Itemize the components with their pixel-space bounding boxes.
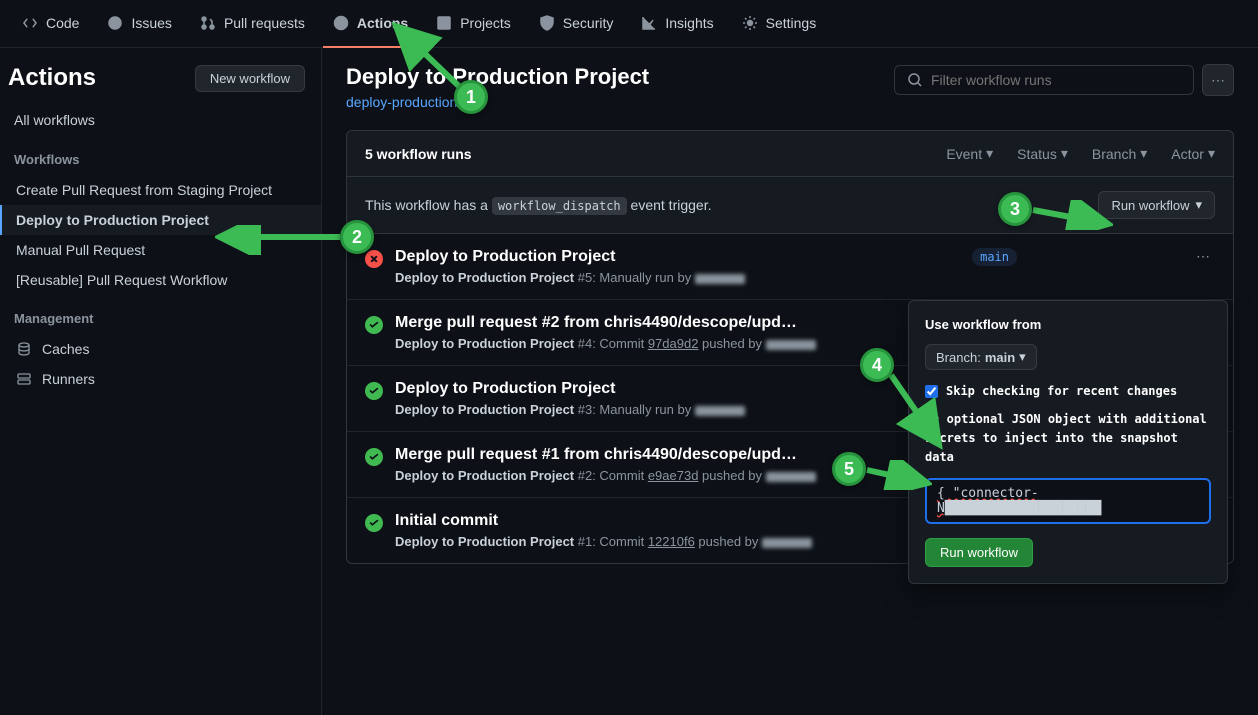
table-icon: [436, 15, 452, 31]
workflow-content: Deploy to Production Project deploy-prod…: [322, 48, 1258, 715]
run-title: Merge pull request #1 from chris4490/des…: [395, 446, 805, 464]
sidebar-section-workflows: Workflows: [0, 136, 321, 175]
annotation-1: 1: [454, 80, 488, 114]
filter-input-wrap[interactable]: [894, 65, 1194, 95]
check-circle-icon: [365, 316, 383, 334]
sidebar-section-management: Management: [0, 295, 321, 334]
sidebar-workflow-reusable-pr[interactable]: [Reusable] Pull Request Workflow: [0, 265, 321, 295]
run-more-button[interactable]: ⋯: [1191, 248, 1215, 265]
caret-down-icon: ▾: [1208, 145, 1215, 162]
caret-down-icon: ▾: [986, 145, 993, 162]
nav-projects-label: Projects: [460, 15, 511, 31]
json-field-label: An optional JSON object with additional …: [925, 410, 1211, 468]
sidebar-runners[interactable]: Runners: [0, 364, 321, 394]
kebab-icon: ⋯: [1211, 72, 1225, 89]
caret-down-icon: ▾: [1195, 197, 1202, 213]
repo-nav: Code Issues Pull requests Actions Projec…: [0, 0, 1258, 48]
server-icon: [16, 371, 32, 387]
new-workflow-button[interactable]: New workflow: [195, 65, 305, 92]
dispatch-row: This workflow has a workflow_dispatch ev…: [347, 177, 1233, 234]
nav-actions[interactable]: Actions: [323, 0, 418, 48]
caret-down-icon: ▾: [1140, 145, 1147, 162]
graph-icon: [641, 15, 657, 31]
check-circle-icon: [365, 382, 383, 400]
caret-down-icon: ▾: [1061, 145, 1068, 162]
skip-checking-checkbox[interactable]: [925, 385, 938, 398]
run-title: Deploy to Production Project: [395, 380, 805, 398]
runs-count: 5 workflow runs: [365, 146, 472, 162]
filter-actor[interactable]: Actor▾: [1171, 145, 1215, 162]
nav-projects[interactable]: Projects: [426, 0, 521, 48]
nav-security[interactable]: Security: [529, 0, 624, 48]
nav-insights[interactable]: Insights: [631, 0, 723, 48]
nav-pulls-label: Pull requests: [224, 15, 305, 31]
shield-icon: [539, 15, 555, 31]
check-circle-icon: [365, 448, 383, 466]
nav-pulls[interactable]: Pull requests: [190, 0, 315, 48]
caret-down-icon: ▾: [1019, 349, 1026, 365]
run-subtitle: Deploy to Production Project #3: Manuall…: [395, 402, 960, 417]
sidebar-workflow-create-pr-staging[interactable]: Create Pull Request from Staging Project: [0, 175, 321, 205]
run-workflow-dropdown-button[interactable]: Run workflow ▾: [1098, 191, 1215, 219]
workflow-run-row[interactable]: Deploy to Production Project Deploy to P…: [347, 234, 1233, 300]
dispatch-text-suffix: event trigger.: [631, 197, 712, 213]
check-circle-icon: [365, 514, 383, 532]
skip-checking-label: Skip checking for recent changes: [946, 384, 1177, 398]
sidebar-caches[interactable]: Caches: [0, 334, 321, 364]
filter-branch[interactable]: Branch▾: [1092, 145, 1147, 162]
nav-code-label: Code: [46, 15, 79, 31]
workflow-more-button[interactable]: ⋯: [1202, 64, 1234, 96]
sidebar-workflow-manual-pr[interactable]: Manual Pull Request: [0, 235, 321, 265]
popover-title: Use workflow from: [925, 317, 1211, 332]
search-icon: [907, 72, 923, 88]
actions-sidebar: Actions New workflow All workflows Workf…: [0, 48, 322, 715]
nav-settings[interactable]: Settings: [732, 0, 827, 48]
filter-workflow-runs-input[interactable]: [931, 72, 1181, 88]
dispatch-text-prefix: This workflow has a: [365, 197, 492, 213]
nav-insights-label: Insights: [665, 15, 713, 31]
filter-event[interactable]: Event▾: [946, 145, 993, 162]
run-workflow-popover: Use workflow from Branch: main ▾ Skip ch…: [908, 300, 1228, 584]
sidebar-all-workflows[interactable]: All workflows: [0, 104, 321, 136]
nav-issues[interactable]: Issues: [97, 0, 181, 48]
annotation-4: 4: [860, 348, 894, 382]
play-icon: [333, 15, 349, 31]
workflow-title: Deploy to Production Project: [346, 64, 649, 90]
dispatch-code: workflow_dispatch: [492, 197, 627, 215]
nav-actions-label: Actions: [357, 15, 408, 31]
run-subtitle: Deploy to Production Project #2: Commit …: [395, 468, 960, 483]
run-title: Initial commit: [395, 512, 805, 530]
filter-status[interactable]: Status▾: [1017, 145, 1068, 162]
run-title: Deploy to Production Project: [395, 248, 805, 266]
branch-label[interactable]: main: [972, 248, 1017, 266]
run-title: Merge pull request #2 from chris4490/des…: [395, 314, 805, 332]
annotation-5: 5: [832, 452, 866, 486]
annotation-2: 2: [340, 220, 374, 254]
skip-checking-checkbox-row[interactable]: Skip checking for recent changes: [925, 384, 1211, 398]
nav-code[interactable]: Code: [12, 0, 89, 48]
run-subtitle: Deploy to Production Project #5: Manuall…: [395, 270, 960, 285]
code-icon: [22, 15, 38, 31]
issue-icon: [107, 15, 123, 31]
branch-select[interactable]: Branch: main ▾: [925, 344, 1037, 370]
run-workflow-submit-button[interactable]: Run workflow: [925, 538, 1033, 567]
git-pull-request-icon: [200, 15, 216, 31]
json-secrets-input[interactable]: { "connector-N████████████████████: [925, 478, 1211, 524]
nav-settings-label: Settings: [766, 15, 817, 31]
nav-security-label: Security: [563, 15, 614, 31]
sidebar-title: Actions: [8, 64, 96, 92]
nav-issues-label: Issues: [131, 15, 171, 31]
run-subtitle: Deploy to Production Project #1: Commit …: [395, 534, 960, 549]
sidebar-workflow-deploy-production[interactable]: Deploy to Production Project: [0, 205, 321, 235]
database-icon: [16, 341, 32, 357]
x-circle-icon: [365, 250, 383, 268]
gear-icon: [742, 15, 758, 31]
annotation-3: 3: [998, 192, 1032, 226]
